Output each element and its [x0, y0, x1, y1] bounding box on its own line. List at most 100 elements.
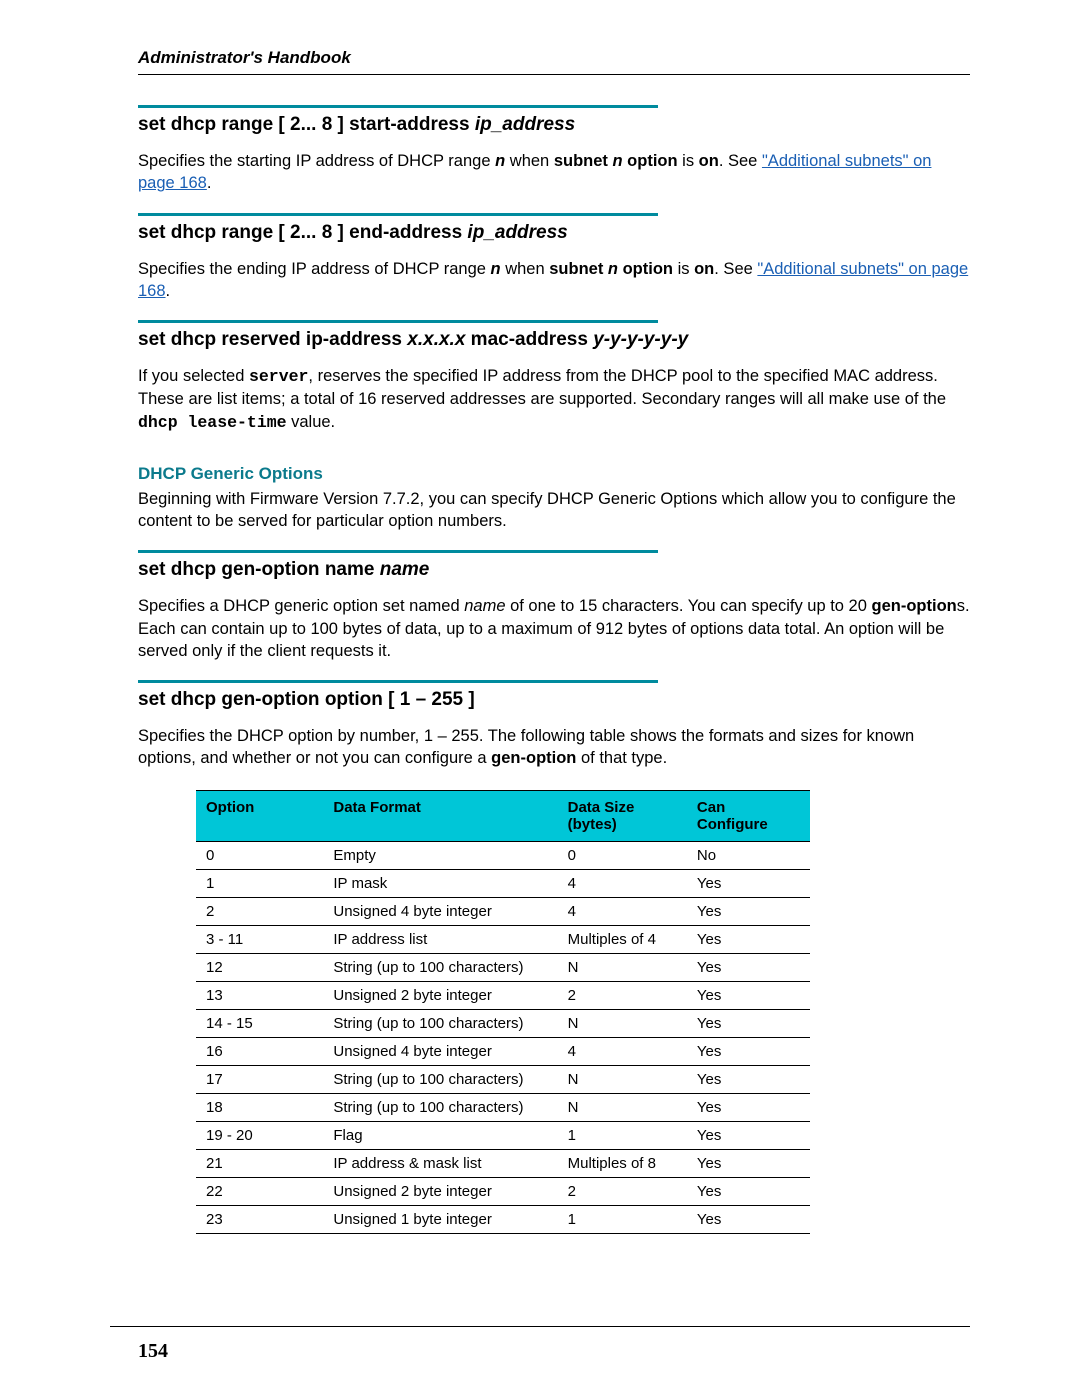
- text: of that type.: [576, 749, 667, 767]
- section-rule: [138, 213, 658, 216]
- table-cell: Yes: [687, 1093, 810, 1121]
- table-cell: 4: [558, 897, 687, 925]
- cmd-arg: x.x.x.x: [407, 329, 465, 350]
- table-cell: 18: [196, 1093, 323, 1121]
- options-table-wrap: Option Data Format Data Size(bytes) CanC…: [196, 790, 810, 1234]
- cmd-heading-gen-name: set dhcp gen-option name name: [138, 559, 970, 581]
- table-cell: N: [558, 953, 687, 981]
- table-cell: 1: [558, 1205, 687, 1233]
- cmd-arg: name: [380, 559, 430, 580]
- text: of one to 15 characters. You can specify…: [506, 597, 872, 615]
- table-cell: Yes: [687, 1121, 810, 1149]
- table-cell: 3 - 11: [196, 925, 323, 953]
- table-row: 21IP address & mask listMultiples of 8Ye…: [196, 1149, 810, 1177]
- table-cell: Unsigned 4 byte integer: [323, 897, 557, 925]
- table-cell: 1: [196, 869, 323, 897]
- text: . See: [719, 152, 762, 170]
- table-cell: Yes: [687, 1205, 810, 1233]
- table-cell: Yes: [687, 925, 810, 953]
- table-cell: 2: [558, 1177, 687, 1205]
- text: Specifies the ending IP address of DHCP …: [138, 260, 491, 278]
- table-cell: Unsigned 4 byte integer: [323, 1037, 557, 1065]
- table-row: 16Unsigned 4 byte integer4Yes: [196, 1037, 810, 1065]
- table-row: 1IP mask4Yes: [196, 869, 810, 897]
- table-row: 13Unsigned 2 byte integer2Yes: [196, 981, 810, 1009]
- table-cell: N: [558, 1009, 687, 1037]
- cmd-arg: ip_address: [475, 114, 575, 135]
- section-rule: [138, 680, 658, 683]
- text: Specifies the starting IP address of DHC…: [138, 152, 495, 170]
- table-row: 2Unsigned 4 byte integer4Yes: [196, 897, 810, 925]
- table-row: 22Unsigned 2 byte integer2Yes: [196, 1177, 810, 1205]
- table-cell: Yes: [687, 1009, 810, 1037]
- text: is: [673, 260, 694, 278]
- table-cell: Yes: [687, 1177, 810, 1205]
- table-cell: 13: [196, 981, 323, 1009]
- table-cell: Empty: [323, 841, 557, 869]
- footer-rule: [110, 1326, 970, 1327]
- table-cell: Yes: [687, 981, 810, 1009]
- text: option: [623, 152, 678, 170]
- body-paragraph: Specifies the starting IP address of DHC…: [138, 150, 970, 195]
- cmd-text: set dhcp range [ 2... 8 ] start-address: [138, 114, 475, 135]
- table-cell: 12: [196, 953, 323, 981]
- subsection-heading: DHCP Generic Options: [138, 464, 970, 484]
- table-cell: 2: [196, 897, 323, 925]
- text: subnet: [554, 152, 613, 170]
- table-row: 23Unsigned 1 byte integer1Yes: [196, 1205, 810, 1233]
- table-row: 17String (up to 100 characters)NYes: [196, 1065, 810, 1093]
- table-cell: 4: [558, 869, 687, 897]
- text: on: [694, 260, 714, 278]
- code-text: server: [249, 367, 308, 386]
- table-cell: N: [558, 1065, 687, 1093]
- cmd-heading-start-address: set dhcp range [ 2... 8 ] start-address …: [138, 114, 970, 136]
- table-cell: 17: [196, 1065, 323, 1093]
- table-cell: Yes: [687, 897, 810, 925]
- text: .: [207, 174, 212, 192]
- cmd-text: set dhcp reserved ip-address: [138, 329, 407, 350]
- table-cell: 0: [196, 841, 323, 869]
- text: option: [618, 260, 673, 278]
- table-cell: IP address & mask list: [323, 1149, 557, 1177]
- text: If you selected: [138, 367, 249, 385]
- text: n: [612, 152, 622, 170]
- text: n: [495, 152, 505, 170]
- th-data-format: Data Format: [323, 790, 557, 841]
- options-table: Option Data Format Data Size(bytes) CanC…: [196, 790, 810, 1234]
- table-header-row: Option Data Format Data Size(bytes) CanC…: [196, 790, 810, 841]
- table-cell: 23: [196, 1205, 323, 1233]
- cmd-text: set dhcp range [ 2... 8 ] end-address: [138, 222, 467, 243]
- text: n: [608, 260, 618, 278]
- text: n: [491, 260, 501, 278]
- text: . See: [714, 260, 757, 278]
- body-paragraph: Specifies a DHCP generic option set name…: [138, 595, 970, 662]
- th-option: Option: [196, 790, 323, 841]
- th-can-configure: CanConfigure: [687, 790, 810, 841]
- body-paragraph: If you selected server, reserves the spe…: [138, 365, 970, 434]
- table-cell: IP mask: [323, 869, 557, 897]
- table-cell: Yes: [687, 869, 810, 897]
- page: Administrator's Handbook set dhcp range …: [0, 0, 1080, 1397]
- table-cell: IP address list: [323, 925, 557, 953]
- body-paragraph: Specifies the DHCP option by number, 1 –…: [138, 725, 970, 770]
- text: gen-option: [872, 597, 957, 615]
- body-paragraph: Beginning with Firmware Version 7.7.2, y…: [138, 488, 970, 533]
- table-cell: Yes: [687, 953, 810, 981]
- header-rule: [138, 74, 970, 75]
- body-paragraph: Specifies the ending IP address of DHCP …: [138, 258, 970, 303]
- table-cell: String (up to 100 characters): [323, 1065, 557, 1093]
- text: is: [678, 152, 699, 170]
- table-cell: 4: [558, 1037, 687, 1065]
- section-rule: [138, 105, 658, 108]
- code-text: dhcp lease-time: [138, 413, 287, 432]
- cmd-text: mac-address: [465, 329, 593, 350]
- table-cell: Multiples of 8: [558, 1149, 687, 1177]
- section-rule: [138, 550, 658, 553]
- table-cell: Unsigned 1 byte integer: [323, 1205, 557, 1233]
- table-row: 14 - 15String (up to 100 characters)NYes: [196, 1009, 810, 1037]
- table-cell: 14 - 15: [196, 1009, 323, 1037]
- text: gen-option: [491, 749, 576, 767]
- table-row: 12String (up to 100 characters)NYes: [196, 953, 810, 981]
- table-cell: 1: [558, 1121, 687, 1149]
- table-cell: Yes: [687, 1149, 810, 1177]
